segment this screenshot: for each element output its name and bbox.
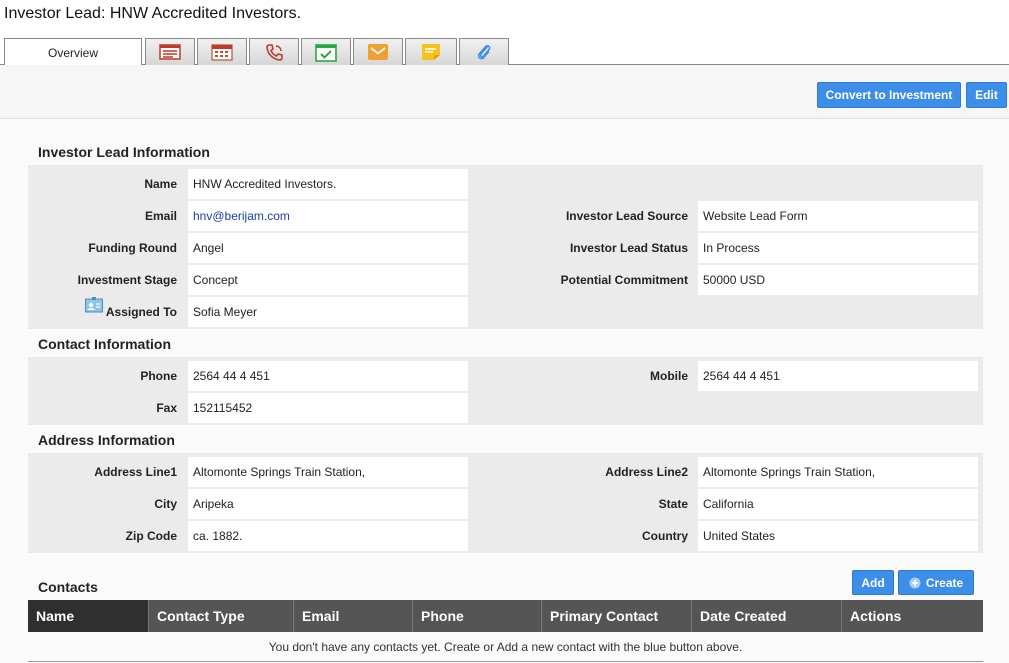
plus-circle-icon — [909, 577, 921, 588]
zip-code-value: ca. 1882. — [188, 521, 468, 551]
tab-notes[interactable] — [405, 38, 457, 65]
name-label: Name — [144, 177, 177, 191]
task-check-icon — [315, 44, 337, 62]
investment-stage-label: Investment Stage — [77, 273, 177, 287]
edit-button[interactable]: Edit — [966, 82, 1007, 108]
section-title-contact-info: Contact Information — [38, 336, 171, 352]
column-header-contact-type[interactable]: Contact Type — [149, 600, 294, 632]
column-header-name[interactable]: Name — [28, 600, 149, 632]
action-toolbar: Convert to Investment Edit — [0, 65, 1009, 119]
column-header-actions: Actions — [850, 608, 902, 624]
tab-overview[interactable]: Overview — [4, 38, 142, 66]
fax-value: 152115452 — [188, 393, 468, 423]
potential-commitment-label: Potential Commitment — [560, 273, 688, 287]
contact-info-panel: Phone 2564 44 4 451 Fax 152115452 Mobile… — [28, 357, 983, 425]
tab-email[interactable] — [353, 38, 403, 65]
calendar-icon — [211, 44, 233, 61]
city-label: City — [154, 497, 177, 511]
phone-value: 2564 44 4 451 — [188, 361, 468, 391]
tab-overview-label: Overview — [47, 45, 98, 60]
tab-tasks[interactable] — [301, 38, 351, 65]
address-info-panel: Address Line1 Altomonte Springs Train St… — [28, 453, 983, 553]
lead-status-value: In Process — [698, 233, 978, 263]
tab-calendar[interactable] — [197, 38, 247, 65]
create-contact-button[interactable]: Create — [898, 570, 974, 595]
tab-calls[interactable] — [249, 38, 299, 65]
address-line1-value: Altomonte Springs Train Station, — [188, 457, 468, 487]
contacts-table-header: Name Contact Type Email Phone Primary Co… — [28, 600, 983, 632]
page-title: Investor Lead: HNW Accredited Investors. — [4, 5, 302, 22]
tab-bar: Overview — [0, 36, 1009, 66]
tab-attachments[interactable] — [459, 38, 509, 65]
main-content: Investor Lead Information Name HNW Accre… — [0, 119, 1009, 663]
country-value: United States — [698, 521, 978, 551]
country-label: Country — [642, 529, 688, 543]
lead-source-label: Investor Lead Source — [565, 209, 688, 223]
contacts-empty-message: You don't have any contacts yet. Create … — [28, 632, 983, 662]
assigned-to-value: Sofia Meyer — [188, 297, 468, 327]
address-line1-label: Address Line1 — [94, 465, 177, 479]
email-link[interactable]: hnv@berijam.com — [188, 201, 468, 231]
state-value: California — [698, 489, 978, 519]
address-line2-label: Address Line2 — [605, 465, 688, 479]
email-icon — [368, 44, 388, 60]
lead-info-panel: Name HNW Accredited Investors. Email hnv… — [28, 165, 983, 329]
phone-icon — [266, 44, 283, 61]
section-title-address-info: Address Information — [38, 432, 175, 448]
funding-round-value: Angel — [188, 233, 468, 263]
fax-label: Fax — [156, 401, 177, 415]
zip-code-label: Zip Code — [125, 529, 177, 543]
investment-stage-value: Concept — [188, 265, 468, 295]
email-label: Email — [144, 209, 177, 223]
list-icon — [159, 44, 181, 60]
phone-label: Phone — [140, 369, 177, 383]
assigned-to-label: Assigned To — [105, 305, 177, 319]
paperclip-icon — [477, 45, 491, 60]
contact-card-icon — [85, 297, 103, 316]
contacts-title: Contacts — [38, 579, 98, 595]
city-value: Aripeka — [188, 489, 468, 519]
mobile-value: 2564 44 4 451 — [698, 361, 978, 391]
tab-list[interactable] — [145, 38, 195, 65]
lead-source-value: Website Lead Form — [698, 201, 978, 231]
section-title-lead-info: Investor Lead Information — [38, 144, 210, 160]
note-icon — [422, 44, 440, 60]
state-label: State — [658, 497, 688, 511]
create-contact-label: Create — [925, 575, 964, 590]
address-line2-value: Altomonte Springs Train Station, — [698, 457, 978, 487]
column-header-primary-contact[interactable]: Primary Contact — [542, 600, 692, 632]
potential-commitment-value: 50000 USD — [698, 265, 978, 295]
funding-round-label: Funding Round — [88, 241, 177, 255]
add-contact-button[interactable]: Add — [852, 570, 894, 595]
mobile-label: Mobile — [650, 369, 688, 383]
column-header-email[interactable]: Email — [294, 600, 413, 632]
name-value: HNW Accredited Investors. — [188, 169, 468, 199]
lead-status-label: Investor Lead Status — [569, 241, 688, 255]
column-header-date-created[interactable]: Date Created — [692, 600, 842, 632]
convert-to-investment-button[interactable]: Convert to Investment — [817, 82, 961, 108]
column-header-phone[interactable]: Phone — [413, 600, 542, 632]
